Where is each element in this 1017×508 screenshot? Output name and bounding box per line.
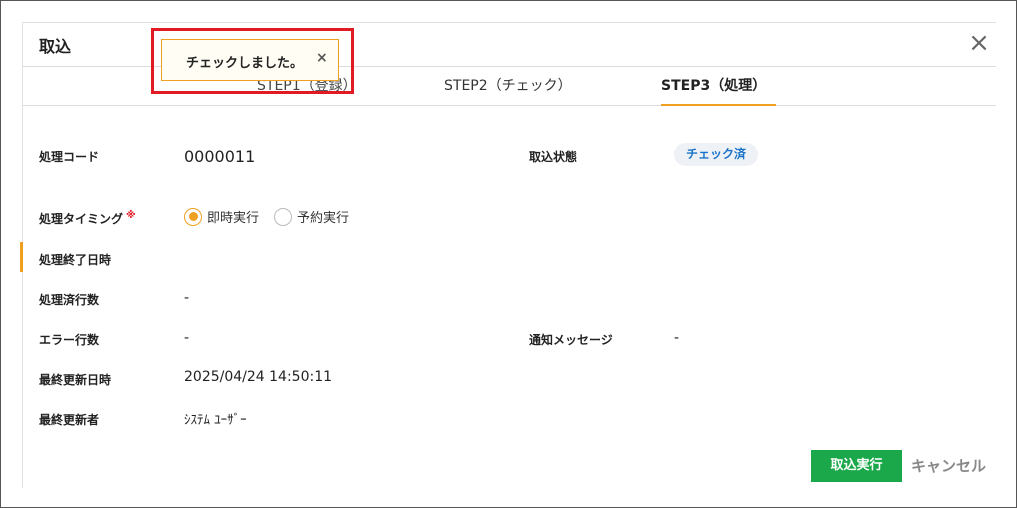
radio-scheduled[interactable]: 予約実行 bbox=[274, 207, 349, 226]
required-mark: ※ bbox=[126, 210, 136, 221]
dialog-title: 取込 bbox=[39, 37, 72, 56]
radio-immediate[interactable]: 即時実行 bbox=[184, 207, 259, 226]
last-updated-by-label: 最終更新者 bbox=[39, 413, 100, 427]
last-updated-by-value: ｼｽﾃﾑ ﾕｰｻﾞｰ bbox=[184, 413, 247, 428]
timing-label: 処理タイミング ※ bbox=[39, 210, 136, 227]
process-code-value: 0000011 bbox=[184, 147, 256, 166]
error-rows-value: - bbox=[184, 330, 190, 346]
last-updated-value: 2025/04/24 14:50:11 bbox=[184, 369, 333, 385]
cancel-button[interactable]: キャンセル bbox=[911, 455, 986, 476]
close-icon[interactable]: × bbox=[964, 28, 994, 58]
radio-scheduled-label: 予約実行 bbox=[297, 211, 350, 226]
end-datetime-label: 処理終了日時 bbox=[39, 253, 112, 267]
last-updated-label: 最終更新日時 bbox=[39, 373, 112, 387]
import-status-label: 取込状態 bbox=[529, 150, 578, 164]
tab-step3[interactable]: STEP3（処理） bbox=[661, 76, 777, 106]
process-code-label: 処理コード bbox=[39, 150, 100, 164]
top-divider bbox=[22, 22, 996, 23]
execute-import-button[interactable]: 取込実行 bbox=[811, 450, 902, 482]
scroll-indicator bbox=[20, 242, 23, 272]
radio-checked-icon[interactable] bbox=[184, 207, 202, 226]
notify-message-label: 通知メッセージ bbox=[529, 333, 613, 347]
timing-label-text: 処理タイミング bbox=[39, 212, 124, 226]
tab-step2[interactable]: STEP2（チェック） bbox=[444, 76, 572, 106]
processed-rows-value: - bbox=[184, 290, 190, 306]
status-badge: チェック済 bbox=[674, 143, 759, 166]
radio-immediate-label: 即時実行 bbox=[207, 211, 260, 226]
notify-message-value: - bbox=[674, 330, 680, 346]
processed-rows-label: 処理済行数 bbox=[39, 293, 100, 307]
radio-unchecked-icon[interactable] bbox=[274, 207, 293, 226]
timing-radio-group: 即時実行 予約実行 bbox=[184, 207, 364, 226]
highlight-annotation bbox=[151, 28, 354, 94]
error-rows-label: エラー行数 bbox=[39, 333, 100, 347]
